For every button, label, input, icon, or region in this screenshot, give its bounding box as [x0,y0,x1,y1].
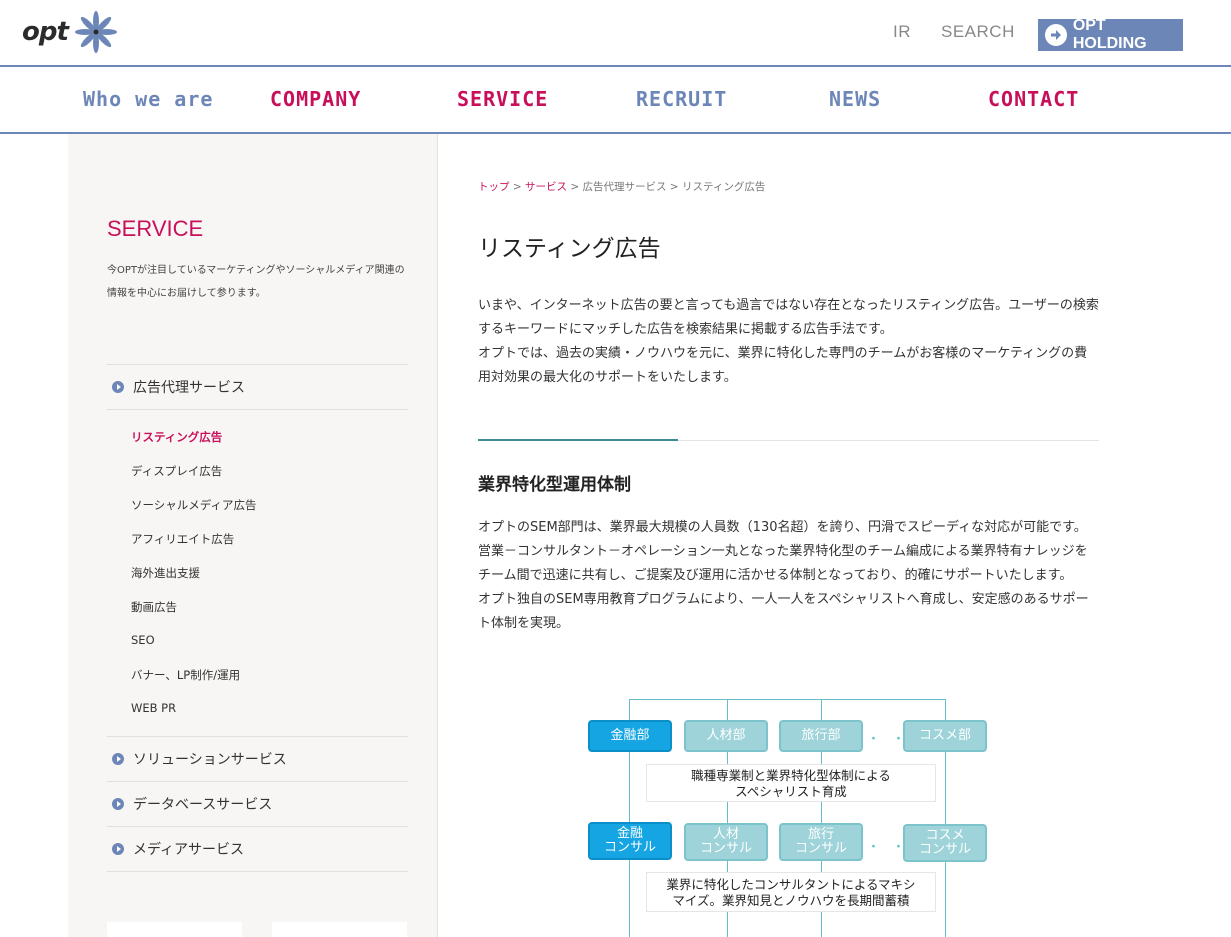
nav-contact[interactable]: CONTACT [988,87,1079,111]
sidebar-description: 今OPTが注目しているマーケティングやソーシャルメディア関連の情報を中心にお届け… [107,265,405,299]
sidebar-category-media[interactable]: メディアサービス [107,826,408,871]
nav-recruit[interactable]: RECRUIT [636,87,727,111]
nav-news[interactable]: NEWS [829,87,881,111]
search-link[interactable]: SEARCH [941,22,1015,42]
bullet-arrow-icon [112,843,124,855]
sidebar-banner[interactable] [272,922,407,937]
section-body: オプトのSEM部門は、業界最大規模の人員数（130名超）を誇り、円滑でスピーディ… [478,516,1099,636]
consul-hr: 人材 コンサル [684,823,768,861]
section-divider-accent [478,439,678,441]
logo[interactable]: opt [22,10,122,54]
opt-holding-label: OPT HOLDING [1072,17,1147,52]
diagram-caption-1: 職種専業制と業界特化型体制による スペシャリスト育成 [646,764,936,802]
sidebar-category-label: 広告代理サービス [133,380,245,396]
breadcrumb-ad-agency: 広告代理サービス [582,181,667,193]
dept-travel: 旅行部 [779,720,863,752]
ir-link[interactable]: IR [893,22,911,42]
caption-line: 業界に特化したコンサルタントによるマキシ [666,877,916,892]
sidebar-category-label: メディアサービス [133,842,245,858]
page: opt IR SEARCH OPT HOLDING Who we are COM… [0,0,1231,937]
sidebar-subitem-affiliate[interactable]: アフィリエイト広告 [131,531,234,547]
nav-who-we-are[interactable]: Who we are [83,87,213,111]
consul-finance: 金融 コンサル [588,822,672,860]
section-paragraph: オプトのSEM部門は、業界最大規模の人員数（130名超）を誇り、円滑でスピーディ… [478,520,1087,535]
nav-company[interactable]: COMPANY [270,87,361,111]
bullet-arrow-icon [112,753,124,765]
sidebar-category-label: ソリューションサービス [133,752,287,768]
sidebar-title: SERVICE [107,216,204,241]
sidebar-subitem-video[interactable]: 動画広告 [131,599,177,615]
flower-logo-icon [74,11,117,53]
sidebar-subitem-listing[interactable]: リスティング広告 [131,429,222,445]
breadcrumb-separator: > [566,181,583,193]
breadcrumb-separator: > [666,181,682,193]
connector-line [629,699,945,700]
consul-cosme: コスメ コンサル [903,824,987,862]
sidebar-divider [107,871,408,872]
sidebar-category-ad-agency[interactable]: 広告代理サービス [107,364,408,409]
sidebar-banner[interactable] [107,922,242,937]
breadcrumb-current: リスティング広告 [681,181,766,193]
global-nav: Who we are COMPANY SERVICE RECRUIT NEWS … [0,67,1231,134]
consul-travel: 旅行 コンサル [779,823,863,861]
sidebar-subitem-banner-lp[interactable]: バナー、LP制作/運用 [131,667,240,683]
caption-line: マイズ。業界知見とノウハウを長期間蓄積 [672,893,910,908]
dept-cosme: コスメ部 [903,720,987,752]
breadcrumb-service[interactable]: サービス [525,181,567,193]
section-paragraph: 営業－コンサルタント－オペレーション一丸となった業界特化型のチーム編成による業界… [478,544,1088,583]
sidebar-subitem-overseas[interactable]: 海外進出支援 [131,565,200,581]
bullet-arrow-icon [112,381,124,393]
breadcrumb-separator: > [509,181,525,193]
sidebar-subitem-social[interactable]: ソーシャルメディア広告 [131,497,256,513]
sidebar-category-label: データベースサービス [133,797,273,813]
sidebar: SERVICE 今OPTが注目しているマーケティングやソーシャルメディア関連の情… [68,134,438,937]
caption-line: スペシャリスト育成 [735,784,847,799]
diagram-caption-2: 業界に特化したコンサルタントによるマキシ マイズ。業界知見とノウハウを長期間蓄積 [646,872,936,912]
nav-service[interactable]: SERVICE [457,87,548,111]
site-header: opt IR SEARCH OPT HOLDING [0,0,1231,67]
logo-text: opt [22,17,69,47]
sidebar-subitem-display[interactable]: ディスプレイ広告 [131,463,222,479]
arrow-right-icon [1045,24,1067,46]
section-paragraph: オプト独自のSEM専用教育プログラムにより、一人一人をスペシャリストへ育成し、安… [478,592,1089,631]
dept-finance: 金融部 [588,720,672,752]
intro-paragraph: オプトでは、過去の実績・ノウハウを元に、業界に特化した専門のチームがお客様のマー… [478,346,1088,385]
breadcrumb-top[interactable]: トップ [478,181,510,193]
sidebar-subitem-web-pr[interactable]: WEB PR [131,701,176,715]
bullet-arrow-icon [112,798,124,810]
sidebar-category-solution[interactable]: ソリューションサービス [107,736,408,781]
sidebar-subitem-seo[interactable]: SEO [131,633,155,647]
section-title: 業界特化型運用体制 [478,475,631,495]
intro-paragraph: いまや、インターネット広告の要と言っても過言ではない存在となったリスティング広告… [478,298,1099,337]
team-structure-diagram: 金融部 人材部 旅行部 ・・ コスメ部 職種専業制と業界特化型体制による スペシ… [586,697,996,937]
sidebar-divider [107,409,408,410]
dept-hr: 人材部 [684,720,768,752]
intro-text: いまや、インターネット広告の要と言っても過言ではない存在となったリスティング広告… [478,294,1099,390]
breadcrumb: トップ > サービス > 広告代理サービス > リスティング広告 [478,179,765,194]
caption-line: 職種専業制と業界特化型体制による [691,768,891,783]
page-title: リスティング広告 [478,236,661,262]
opt-holding-button[interactable]: OPT HOLDING [1038,17,1183,52]
sidebar-category-database[interactable]: データベースサービス [107,781,408,826]
